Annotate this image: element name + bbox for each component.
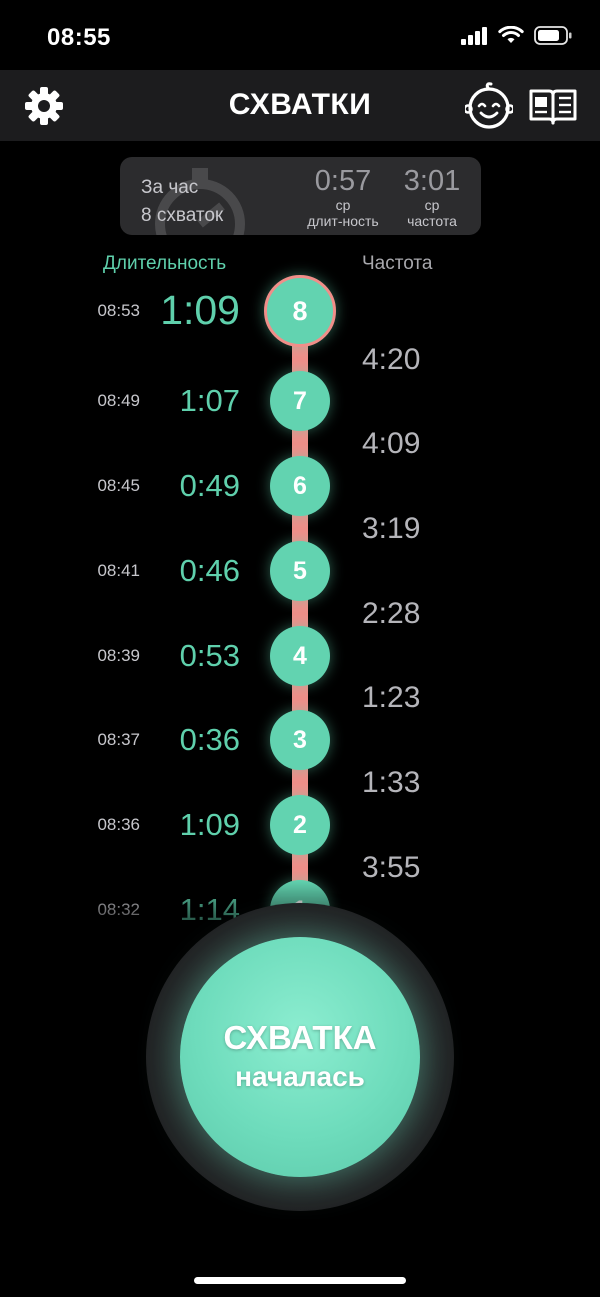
contraction-frequency: 1:23 bbox=[362, 681, 421, 714]
contraction-time: 08:39 bbox=[97, 646, 140, 665]
contraction-duration: 1:09 bbox=[160, 287, 240, 333]
duration-column-header: Длительность bbox=[103, 253, 227, 274]
status-icons bbox=[461, 26, 572, 45]
contraction-time: 08:41 bbox=[97, 561, 140, 580]
contraction-frequency: 4:20 bbox=[362, 343, 421, 376]
contraction-time: 08:37 bbox=[97, 730, 140, 749]
timeline-connector bbox=[292, 656, 308, 740]
avg-frequency-label2: частота bbox=[407, 213, 457, 229]
contraction-time: 08:53 bbox=[97, 301, 140, 320]
contraction-duration: 0:46 bbox=[179, 553, 240, 588]
start-button-line1: СХВАТКА bbox=[223, 1019, 377, 1056]
avg-duration-label2: длит-ность bbox=[307, 213, 379, 229]
contraction-frequency: 1:33 bbox=[362, 766, 421, 799]
contraction-number-badge[interactable]: 7 bbox=[270, 371, 330, 431]
timeline-connector bbox=[292, 401, 308, 486]
contraction-frequency: 3:19 bbox=[362, 512, 421, 545]
contraction-number-badge[interactable]: 8 bbox=[264, 275, 336, 347]
summary-count: 8 схваток bbox=[141, 205, 224, 226]
frequency-column-header: Частота bbox=[362, 253, 433, 274]
timeline-connector bbox=[292, 740, 308, 825]
contraction-duration: 0:53 bbox=[179, 638, 240, 673]
status-bar: 08:55 bbox=[0, 0, 600, 70]
contraction-frequency: 2:28 bbox=[362, 597, 421, 630]
avg-duration-stat: 0:57 ср длит-ность bbox=[304, 165, 382, 229]
contraction-duration: 1:07 bbox=[179, 383, 240, 418]
wifi-icon bbox=[498, 26, 524, 43]
status-time: 08:55 bbox=[47, 24, 111, 51]
contraction-time: 08:49 bbox=[97, 391, 140, 410]
start-button-line2: началась bbox=[235, 1061, 365, 1092]
avg-frequency-stat: 3:01 ср частота bbox=[395, 165, 469, 229]
contraction-time: 08:45 bbox=[97, 476, 140, 495]
journal-button[interactable] bbox=[529, 82, 577, 130]
home-indicator bbox=[194, 1277, 406, 1284]
contraction-time: 08:36 bbox=[97, 815, 140, 834]
baby-face-icon bbox=[465, 82, 513, 129]
contraction-duration: 1:09 bbox=[179, 807, 240, 842]
avg-duration-value: 0:57 bbox=[314, 165, 372, 197]
timeline-connector bbox=[292, 571, 308, 656]
timeline-connector bbox=[292, 311, 308, 401]
contraction-number-badge[interactable]: 5 bbox=[270, 541, 330, 601]
nav-bar: СХВАТКИ bbox=[0, 70, 600, 141]
avg-frequency-label1: ср bbox=[424, 197, 440, 213]
summary-period-label: За час bbox=[141, 177, 199, 198]
contraction-frequency: 4:09 bbox=[362, 427, 421, 460]
battery-icon bbox=[534, 26, 572, 45]
baby-button[interactable] bbox=[465, 82, 513, 130]
contraction-duration: 0:36 bbox=[179, 722, 240, 757]
contraction-number-badge[interactable]: 6 bbox=[270, 456, 330, 516]
summary-period: За час 8 схваток bbox=[141, 174, 223, 230]
timeline-connector bbox=[292, 486, 308, 571]
start-contraction-button[interactable]: СХВАТКА началась bbox=[180, 937, 420, 1177]
contraction-number-badge[interactable]: 2 bbox=[270, 795, 330, 855]
avg-duration-label1: ср bbox=[335, 197, 351, 213]
contraction-duration: 0:49 bbox=[179, 468, 240, 503]
summary-card: За час 8 схваток 0:57 ср длит-ность 3:01… bbox=[120, 157, 481, 235]
signal-icon bbox=[461, 26, 487, 45]
book-icon bbox=[529, 89, 577, 125]
avg-frequency-value: 3:01 bbox=[403, 165, 461, 197]
contraction-number-badge[interactable]: 3 bbox=[270, 710, 330, 770]
contraction-number-badge[interactable]: 4 bbox=[270, 626, 330, 686]
